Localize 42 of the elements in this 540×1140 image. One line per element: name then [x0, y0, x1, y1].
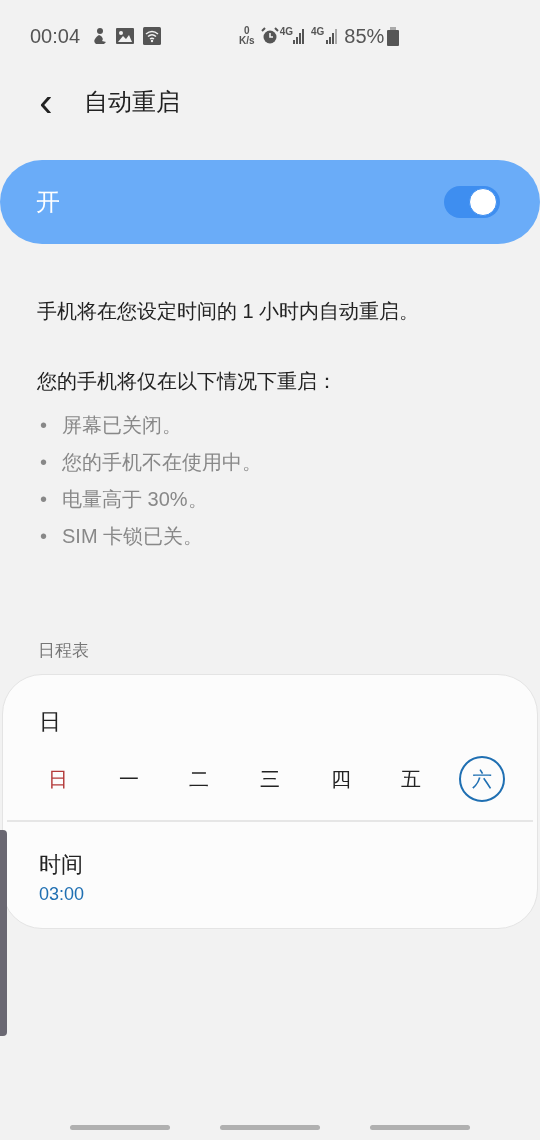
bullet: •	[40, 523, 48, 549]
condition-text: SIM 卡锁已关。	[62, 523, 204, 549]
back-button[interactable]: ‹	[26, 80, 66, 124]
bullet: •	[40, 449, 48, 475]
description-text: 手机将在您设定时间的 1 小时内自动重启。	[36, 299, 421, 324]
bullet: •	[40, 412, 48, 438]
conditions-heading: 您的手机将仅在以下情况下重启：	[36, 369, 338, 394]
condition-text: 电量高于 30%。	[62, 486, 208, 512]
day-button[interactable]: 四	[317, 755, 364, 802]
section-label: 日程表	[37, 640, 90, 662]
image-icon	[116, 27, 135, 45]
nav-handle[interactable]	[370, 1125, 470, 1130]
status-time: 00:04	[30, 24, 81, 49]
network-type: 4G	[279, 25, 293, 39]
day-button[interactable]: 三	[246, 755, 293, 802]
time-value: 03:00	[39, 882, 86, 906]
day-button[interactable]: 六	[458, 755, 505, 802]
signal-icon	[326, 28, 339, 44]
time-label: 时间	[39, 850, 84, 879]
nav-handle[interactable]	[220, 1125, 320, 1130]
battery-percent: 85%	[344, 24, 385, 49]
day-button[interactable]: 二	[176, 755, 223, 802]
time-row[interactable]: 时间 03:00	[3, 821, 537, 928]
toggle-switch[interactable]	[444, 186, 500, 218]
edge-panel-handle[interactable]	[0, 830, 7, 1036]
network-type: 4G	[310, 25, 325, 39]
condition-text: 您的手机不在使用中。	[62, 449, 262, 475]
signal-icon	[292, 28, 305, 44]
day-button[interactable]: 一	[105, 755, 152, 802]
switch-label: 开	[36, 187, 60, 217]
bullet: •	[40, 486, 48, 512]
sunday-button[interactable]: 日	[35, 755, 81, 802]
net-speed-value: 0	[244, 26, 250, 36]
alarm-icon	[260, 27, 279, 45]
condition-text: 屏幕已关闭。	[62, 412, 182, 438]
wifi-icon	[143, 27, 162, 45]
days-summary: 日	[39, 708, 61, 734]
nav-handle[interactable]	[70, 1125, 170, 1130]
page-title: 自动重启	[84, 87, 180, 117]
battery-icon	[387, 26, 400, 46]
net-speed-unit: K/s	[239, 36, 255, 46]
day-button[interactable]: 五	[388, 755, 435, 802]
